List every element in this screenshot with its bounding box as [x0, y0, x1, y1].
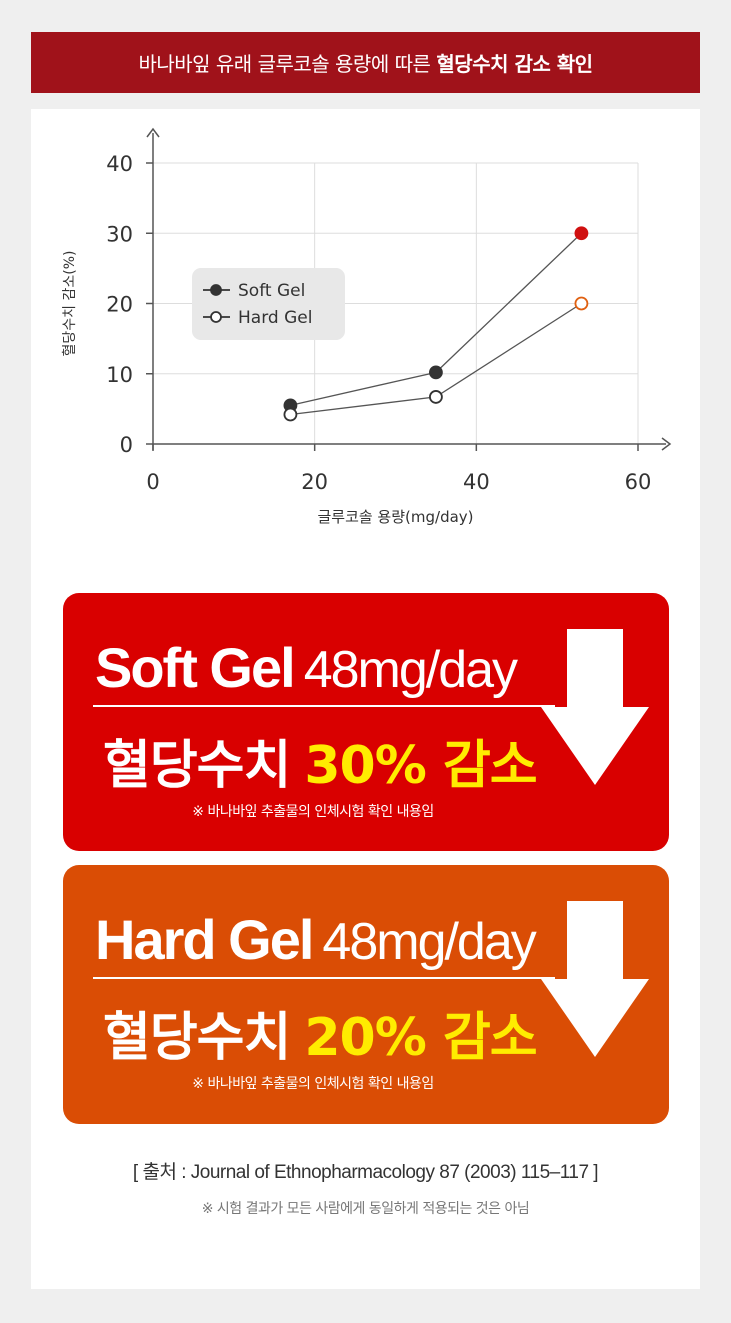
x-axis-title: 글루코솔 용량(mg/day) — [317, 508, 473, 526]
x-tick-label: 20 — [301, 470, 328, 494]
down-arrow-icon — [541, 901, 649, 1057]
data-point — [574, 296, 589, 311]
x-tick-label: 0 — [146, 470, 159, 494]
down-arrow-icon — [541, 629, 649, 785]
hard-gel-card: Hard Gel 48mg/day 혈당수치 20% 감소 ※ 바나바잎 추출물의 … — [63, 865, 669, 1124]
soft-gel-card: Soft Gel 48mg/day 혈당수치 30% 감소 ※ 바나바잎 추출물의 … — [63, 593, 669, 851]
data-point — [429, 365, 443, 380]
card-brand: Soft Gel — [95, 636, 296, 699]
card-note: ※ 바나바잎 추출물의 인체시험 확인 내용임 — [192, 1076, 434, 1092]
card-dose: 48mg/day — [303, 641, 518, 699]
header-title-prefix: 바나바잎 유래 글루코솔 용량에 따른 — [138, 52, 431, 76]
data-point — [429, 390, 443, 404]
x-tick-label: 60 — [625, 470, 652, 494]
card-effect: 혈당수치 — [103, 736, 291, 796]
y-tick-label: 0 — [120, 433, 133, 457]
card-brand: Hard Gel — [95, 908, 314, 971]
y-axis-title: 혈당수치 감소(%) — [62, 251, 78, 357]
card-divider — [93, 977, 555, 979]
card-percent: 20% 감소 — [304, 1008, 537, 1068]
disclaimer-note: ※ 시험 결과가 모든 사람에게 동일하게 적용되는 것은 아님 — [201, 1201, 530, 1217]
source-citation: [ 출처 : Journal of Ethnopharmacology 87 (… — [132, 1162, 599, 1183]
legend-label: Hard Gel — [238, 308, 312, 328]
dose-response-chart: 0 10 20 30 40 0 20 40 60 글루코솔 용량(mg/day) 혈당수치 감소(%… — [62, 127, 672, 526]
y-tick-label: 30 — [106, 222, 133, 246]
y-tick-label: 10 — [106, 363, 133, 387]
data-point — [574, 226, 589, 241]
card-dose: 48mg/day — [322, 913, 536, 971]
card-divider — [93, 705, 555, 707]
y-tick-label: 20 — [106, 293, 133, 317]
y-tick-label: 40 — [106, 152, 133, 176]
x-tick-label: 40 — [463, 470, 490, 494]
legend-box — [192, 268, 345, 340]
legend-label: Soft Gel — [238, 281, 305, 301]
card-note: ※ 바나바잎 추출물의 인체시험 확인 내용임 — [192, 804, 434, 820]
header-banner: 바나바잎 유래 글루코솔 용량에 따른 혈당수치 감소 확인 — [31, 32, 700, 93]
legend-marker — [210, 311, 222, 323]
data-point — [283, 407, 298, 422]
card-effect: 혈당수치 — [103, 1008, 291, 1068]
card-percent: 30% 감소 — [304, 736, 537, 796]
header-title-highlight: 혈당수치 감소 확인 — [436, 52, 593, 76]
legend-marker — [210, 284, 222, 296]
